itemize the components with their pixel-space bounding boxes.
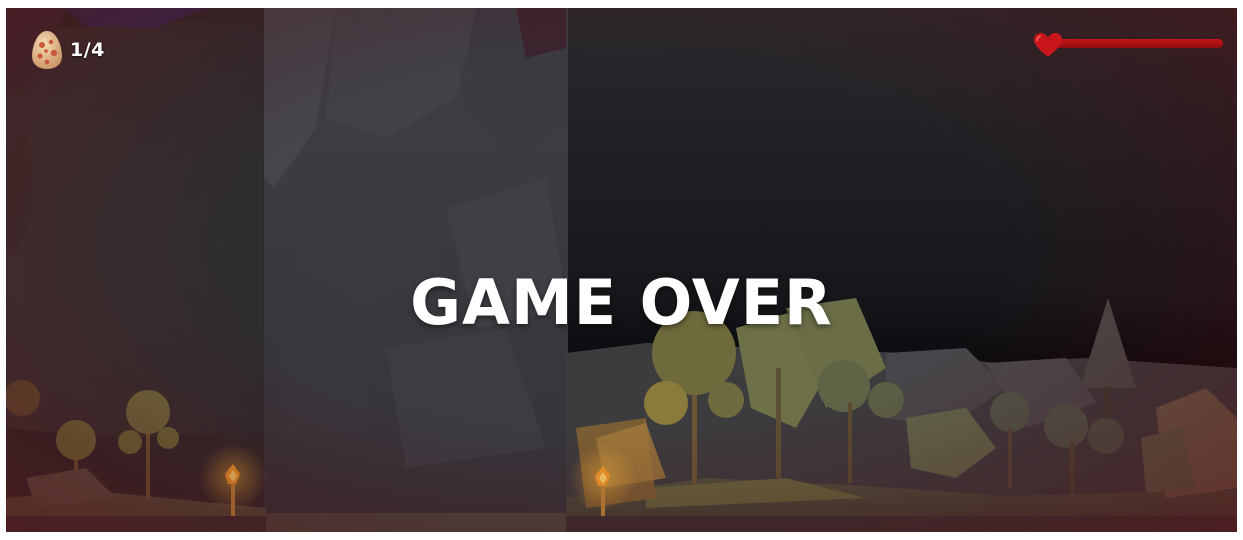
health-track	[1051, 39, 1223, 48]
egg-counter: 1/4	[30, 28, 105, 72]
spotted-egg-icon	[32, 31, 62, 69]
egg-count-text: 1/4	[70, 39, 105, 61]
game-viewport: 1/4 GAME OVER	[6, 8, 1237, 532]
heart-icon	[1034, 33, 1062, 57]
health-bar	[1033, 32, 1223, 57]
left-cliff	[6, 18, 264, 438]
ground-edge	[6, 516, 1237, 532]
game-screen: 1/4 GAME OVER	[0, 0, 1243, 540]
game-over-title: GAME OVER	[410, 266, 833, 339]
health-fill	[1051, 39, 1223, 48]
